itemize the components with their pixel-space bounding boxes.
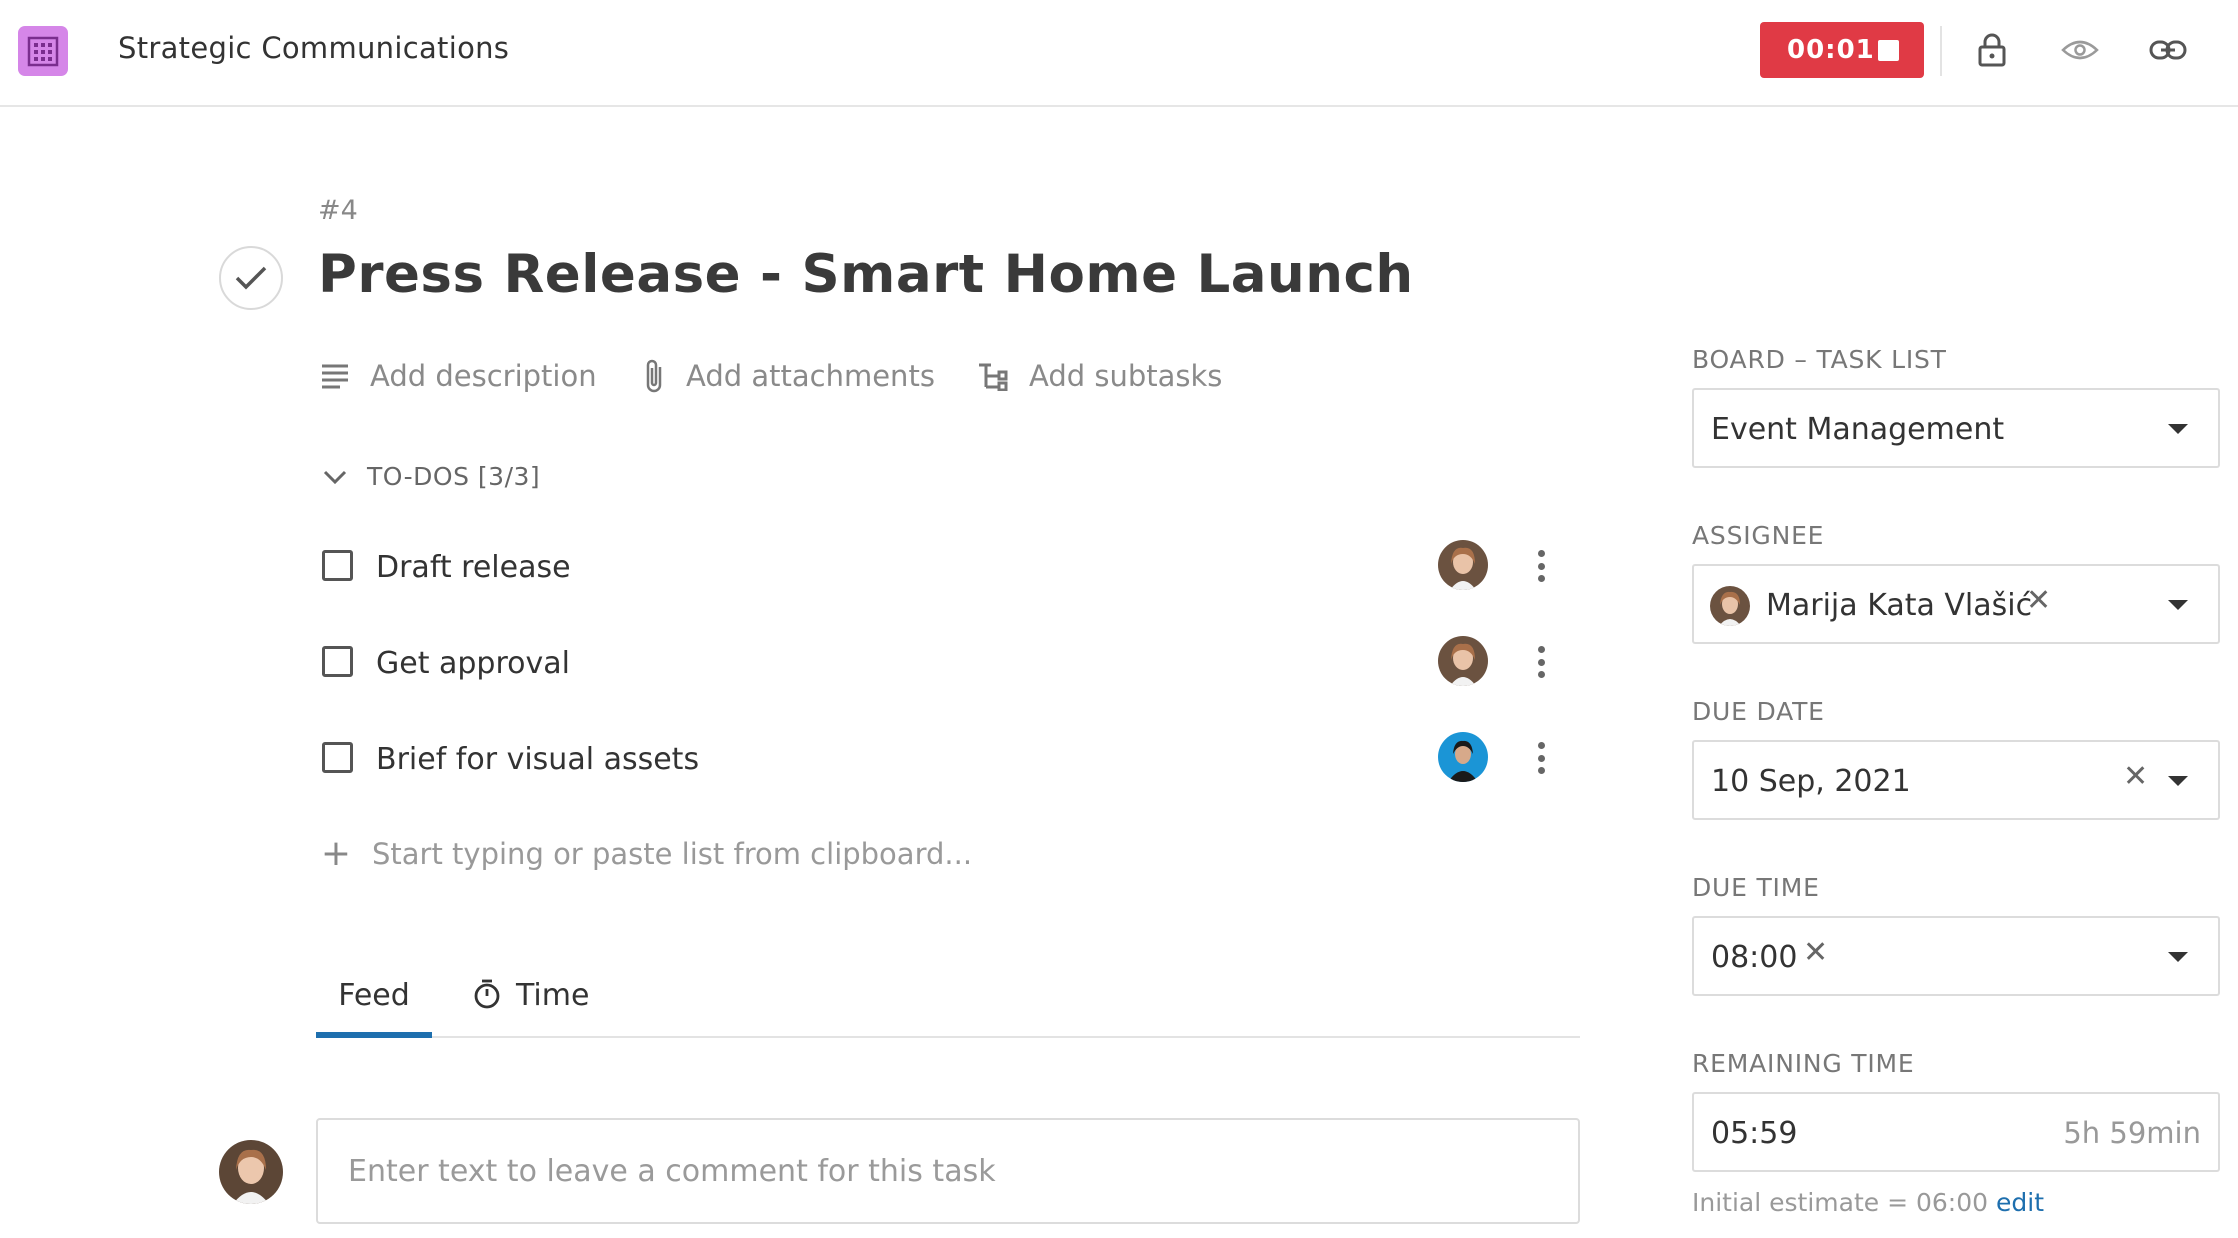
assignee-value: Marija Kata Vlašić xyxy=(1766,588,2033,623)
todo-item: Draft release xyxy=(318,540,1580,620)
due-time-label: DUE TIME xyxy=(1692,873,1820,902)
due-time-value: 08:00 xyxy=(1711,940,1798,975)
timer-stop-button[interactable]: 00:01 xyxy=(1760,22,1924,78)
avatar xyxy=(219,1140,283,1204)
add-description-button[interactable]: Add description xyxy=(320,356,597,396)
complete-task-button[interactable] xyxy=(219,246,283,310)
board-value: Event Management xyxy=(1711,412,2005,447)
more-options-icon[interactable] xyxy=(1531,546,1551,586)
todo-checkbox[interactable] xyxy=(322,742,353,773)
task-number: #4 xyxy=(318,195,358,226)
due-date-value: 10 Sep, 2021 xyxy=(1711,764,1911,799)
link-icon[interactable] xyxy=(2146,28,2190,72)
todos-toggle[interactable]: TO-DOS [3/3] xyxy=(323,462,540,491)
building-icon[interactable] xyxy=(18,26,68,76)
add-subtasks-button[interactable]: Add subtasks xyxy=(977,356,1222,396)
due-time-select[interactable]: 08:00 ✕ xyxy=(1692,916,2220,996)
avatar xyxy=(1710,586,1750,626)
todo-label[interactable]: Draft release xyxy=(376,550,571,585)
clear-due-date-icon[interactable]: ✕ xyxy=(2123,762,2148,792)
board-label: BOARD – TASK LIST xyxy=(1692,345,1947,374)
comment-input[interactable] xyxy=(318,1120,1578,1222)
stopwatch-icon xyxy=(472,978,502,1010)
project-title[interactable]: Strategic Communications xyxy=(118,31,509,65)
due-date-select[interactable]: 10 Sep, 2021 ✕ xyxy=(1692,740,2220,820)
more-options-icon[interactable] xyxy=(1531,738,1551,778)
assignee-select[interactable]: Marija Kata Vlašić ✕ xyxy=(1692,564,2220,644)
board-select[interactable]: Event Management xyxy=(1692,388,2220,468)
todo-checkbox[interactable] xyxy=(322,646,353,677)
todo-label[interactable]: Brief for visual assets xyxy=(376,742,699,777)
caret-down-icon xyxy=(2168,776,2188,786)
tab-feed[interactable]: Feed xyxy=(316,966,432,1038)
checkmark-icon xyxy=(235,266,267,290)
tab-feed-label: Feed xyxy=(338,978,410,1013)
caret-down-icon xyxy=(2168,600,2188,610)
caret-down-icon xyxy=(2168,424,2188,434)
avatar[interactable] xyxy=(1438,732,1488,782)
todo-item: Get approval xyxy=(318,636,1580,716)
clear-due-time-icon[interactable]: ✕ xyxy=(1803,938,1828,968)
description-icon xyxy=(320,363,350,389)
avatar[interactable] xyxy=(1438,540,1488,590)
tab-time[interactable]: Time xyxy=(472,966,589,1038)
remaining-time-value: 05:59 xyxy=(1711,1116,1798,1151)
more-options-icon[interactable] xyxy=(1531,642,1551,682)
todo-label[interactable]: Get approval xyxy=(376,646,570,681)
tab-bar: Feed Time xyxy=(316,966,1580,1038)
todo-checkbox[interactable] xyxy=(322,550,353,581)
stop-icon xyxy=(1878,40,1899,61)
remaining-time-input[interactable]: 05:59 5h 59min xyxy=(1692,1092,2220,1172)
eye-icon[interactable] xyxy=(2058,28,2102,72)
add-attachments-button[interactable]: Add attachments xyxy=(642,356,935,396)
lock-icon[interactable] xyxy=(1970,28,2014,72)
comment-box xyxy=(316,1118,1580,1224)
estimate-note: Initial estimate = 06:00 edit xyxy=(1692,1188,2044,1217)
add-todo-input[interactable]: + Start typing or paste list from clipbo… xyxy=(318,836,972,872)
todo-item: Brief for visual assets xyxy=(318,732,1580,812)
clear-assignee-icon[interactable]: ✕ xyxy=(2026,586,2051,616)
timer-value: 00:01 xyxy=(1787,35,1875,65)
tab-time-label: Time xyxy=(516,978,590,1013)
due-date-label: DUE DATE xyxy=(1692,697,1825,726)
edit-estimate-link[interactable]: edit xyxy=(1996,1188,2044,1217)
add-subtasks-label: Add subtasks xyxy=(1029,359,1223,393)
add-todo-placeholder: Start typing or paste list from clipboar… xyxy=(372,837,973,871)
chevron-down-icon xyxy=(323,470,347,484)
top-bar: Strategic Communications 00:01 xyxy=(0,0,2238,107)
plus-icon: + xyxy=(320,833,352,874)
subtasks-icon xyxy=(977,361,1009,391)
estimate-text: Initial estimate = 06:00 xyxy=(1692,1188,1989,1217)
remaining-time-label: REMAINING TIME xyxy=(1692,1049,1915,1078)
divider xyxy=(1940,26,1942,76)
remaining-time-human: 5h 59min xyxy=(2063,1116,2201,1150)
add-attachments-label: Add attachments xyxy=(686,359,935,393)
task-title[interactable]: Press Release - Smart Home Launch xyxy=(318,244,1414,305)
add-description-label: Add description xyxy=(370,359,597,393)
paperclip-icon xyxy=(642,357,666,395)
assignee-label: ASSIGNEE xyxy=(1692,521,1825,550)
caret-down-icon xyxy=(2168,952,2188,962)
todos-header-label: TO-DOS [3/3] xyxy=(367,462,541,491)
avatar[interactable] xyxy=(1438,636,1488,686)
